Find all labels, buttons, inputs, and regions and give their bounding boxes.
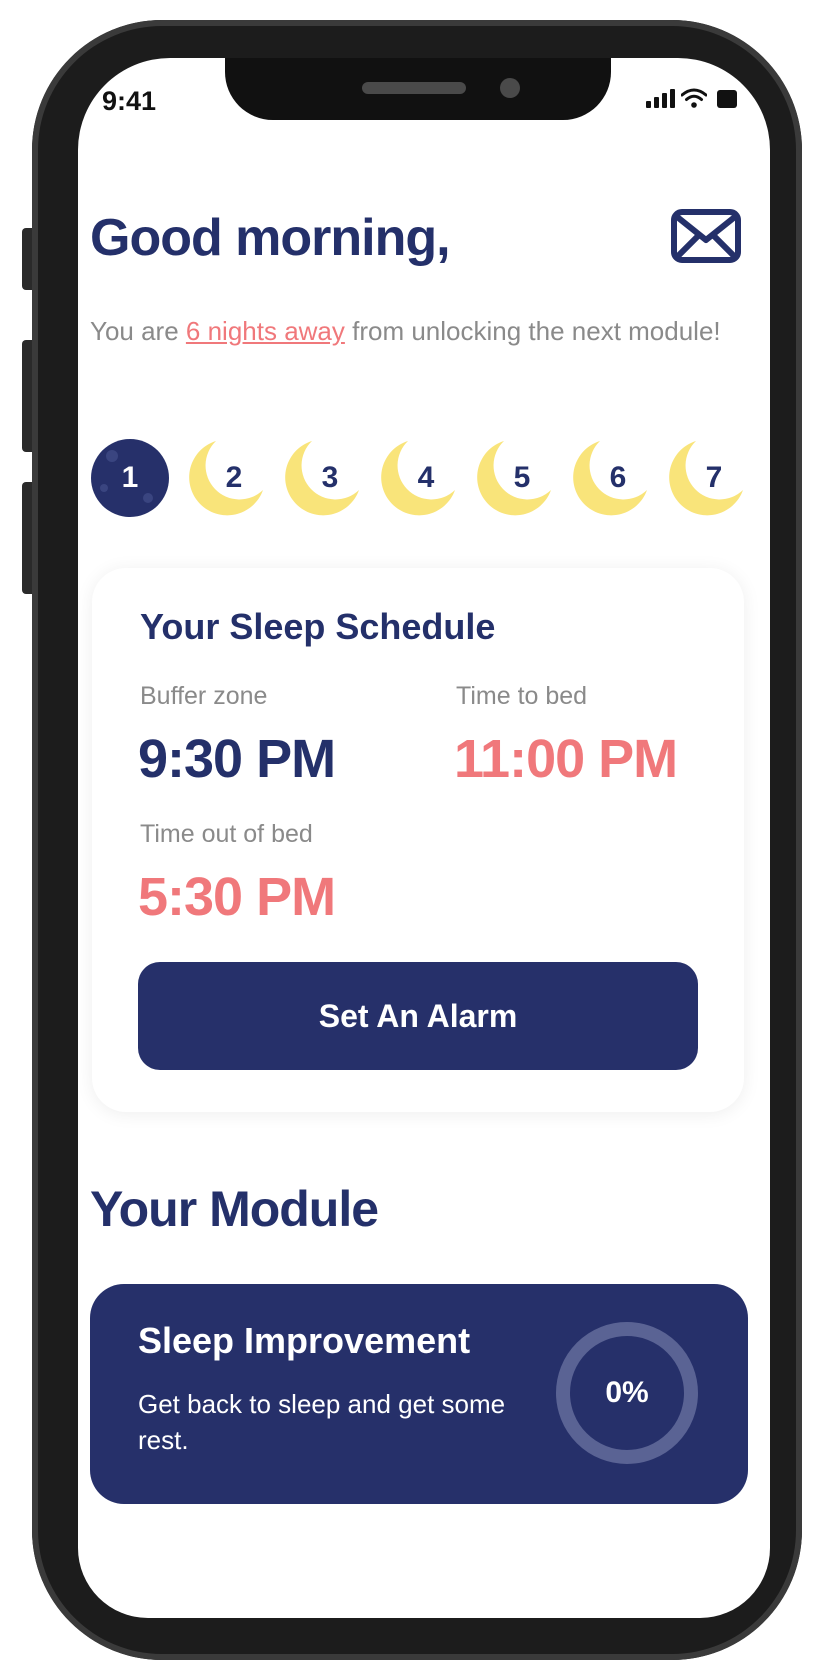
status-icons <box>646 88 737 108</box>
nights-away-link[interactable]: 6 nights away <box>186 316 345 346</box>
night-6-crescent[interactable]: 6 <box>570 438 650 518</box>
sleep-schedule-title: Your Sleep Schedule <box>140 606 496 647</box>
night-number: 2 <box>225 461 243 494</box>
set-alarm-button[interactable]: Set An Alarm <box>138 962 698 1070</box>
night-tracker: 1 2 3 4 5 6 7 <box>90 438 746 518</box>
status-time: 9:41 <box>102 86 157 116</box>
night-number: 3 <box>321 461 339 494</box>
front-camera <box>500 78 520 98</box>
buffer-zone-label: Buffer zone <box>140 682 268 710</box>
buffer-zone-value: 9:30 PM <box>138 729 336 789</box>
module-card[interactable]: Sleep Improvement Get back to sleep and … <box>90 1284 748 1504</box>
subtitle-suffix: from unlocking the next module! <box>344 316 721 346</box>
module-title: Sleep Improvement <box>138 1320 471 1361</box>
module-description: Get back to sleep and get some rest. <box>138 1389 506 1455</box>
unlock-progress-text: You are 6 nights away from unlocking the… <box>90 314 740 348</box>
night-5-crescent[interactable]: 5 <box>474 438 554 518</box>
night-number: 4 <box>417 461 435 494</box>
time-to-bed-value: 11:00 PM <box>454 729 678 789</box>
subtitle-prefix: You are <box>90 316 186 346</box>
night-number: 6 <box>609 461 627 494</box>
time-out-of-bed-label: Time out of bed <box>140 820 313 848</box>
greeting-title: Good morning, <box>90 209 451 267</box>
progress-percent: 0% <box>605 1376 649 1409</box>
night-4-crescent[interactable]: 4 <box>378 438 458 518</box>
night-7-crescent[interactable]: 7 <box>666 438 746 518</box>
sleep-schedule-card: Your Sleep Schedule Buffer zone 9:30 PM … <box>92 568 744 1112</box>
module-heading: Your Module <box>90 1181 379 1237</box>
night-3-crescent[interactable]: 3 <box>282 438 362 518</box>
night-number: 5 <box>513 461 531 494</box>
speaker-grille <box>362 82 466 94</box>
time-out-of-bed-value: 5:30 PM <box>138 867 336 927</box>
night-1-full-moon[interactable]: 1 <box>90 438 170 518</box>
night-2-crescent[interactable]: 2 <box>186 438 266 518</box>
night-number: 7 <box>705 461 723 494</box>
battery-icon <box>717 90 737 108</box>
night-number: 1 <box>121 461 139 494</box>
time-to-bed-label: Time to bed <box>456 682 588 710</box>
mail-icon[interactable] <box>670 208 742 264</box>
cellular-signal-icon <box>646 89 675 108</box>
wifi-icon <box>681 88 707 108</box>
